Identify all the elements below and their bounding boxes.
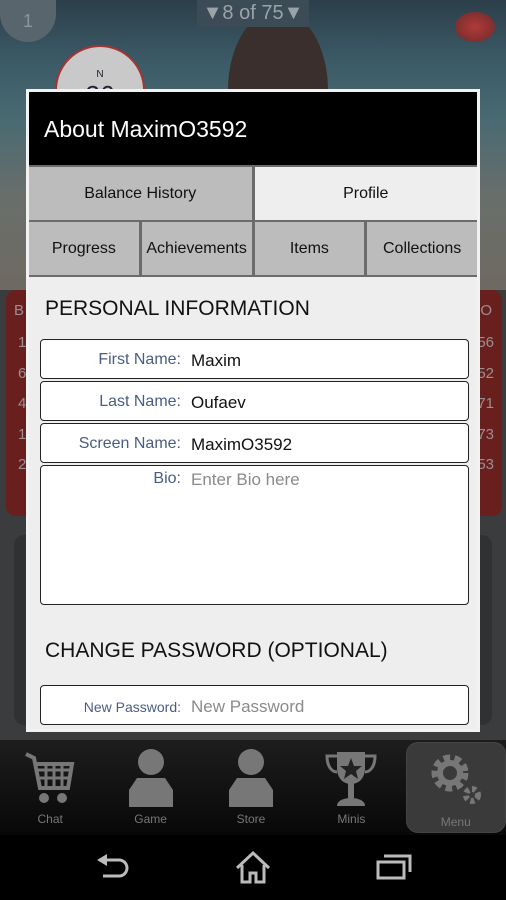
new-password-field[interactable]: New Password: New Password xyxy=(40,685,469,725)
change-password-heading: CHANGE PASSWORD (OPTIONAL) xyxy=(45,639,388,662)
tab-progress[interactable]: Progress xyxy=(29,222,139,275)
nav-game-label: Game xyxy=(134,812,167,826)
bingo-logo xyxy=(455,12,495,42)
person-icon xyxy=(128,749,173,807)
new-password-label: New Password: xyxy=(83,699,181,715)
dialog-title: About MaximO3592 xyxy=(29,92,477,165)
bio-label: Bio: xyxy=(153,470,181,487)
tabs-row-1: Balance History Profile xyxy=(29,165,477,220)
home-icon[interactable] xyxy=(234,850,272,884)
tab-balance-history[interactable]: Balance History xyxy=(29,167,252,220)
bio-placeholder[interactable]: Enter Bio here xyxy=(191,470,300,490)
personal-info-heading: PERSONAL INFORMATION xyxy=(45,297,310,320)
last-name-value[interactable]: Oufaev xyxy=(191,393,246,413)
tab-collections[interactable]: Collections xyxy=(367,222,477,275)
nav-minis[interactable]: Minis xyxy=(301,740,401,835)
nav-chat[interactable]: Chat xyxy=(0,740,100,835)
back-icon[interactable] xyxy=(95,852,131,882)
tab-achievements[interactable]: Achievements xyxy=(141,222,252,275)
trophy-icon xyxy=(325,752,377,806)
bio-field[interactable]: Bio: Enter Bio here xyxy=(40,465,469,605)
nav-chat-label: Chat xyxy=(37,812,63,826)
nav-minis-label: Minis xyxy=(337,812,366,826)
tab-profile[interactable]: Profile xyxy=(254,167,477,220)
about-dialog: About MaximO3592 Balance History Profile… xyxy=(26,89,480,732)
screen-name-field[interactable]: Screen Name: MaximO3592 xyxy=(40,423,469,463)
tab-items[interactable]: Items xyxy=(254,222,365,275)
card-header-right: O xyxy=(480,302,492,319)
ball-letter: N xyxy=(96,69,104,80)
screen-name-value[interactable]: MaximO3592 xyxy=(191,435,292,455)
tabs-row-2: Progress Achievements Items Collections xyxy=(29,220,477,277)
nav-menu-label: Menu xyxy=(440,815,471,829)
card-header-left: B xyxy=(14,302,25,319)
first-name-label: First Name: xyxy=(98,351,181,368)
nav-store-label: Store xyxy=(236,812,266,826)
first-name-value[interactable]: Maxim xyxy=(191,351,241,371)
last-name-field[interactable]: Last Name: Oufaev xyxy=(40,381,469,421)
system-nav-bar xyxy=(0,835,506,900)
gears-icon xyxy=(431,754,481,804)
first-name-field[interactable]: First Name: Maxim xyxy=(40,339,469,379)
nav-store[interactable]: Store xyxy=(201,740,301,835)
cart-icon xyxy=(25,752,75,803)
recent-apps-icon[interactable] xyxy=(376,852,412,880)
calls-indicator: ▼8 of 75▼ xyxy=(197,0,309,27)
bottom-nav: Chat Game Store Minis Menu xyxy=(0,740,506,835)
nav-game[interactable]: Game xyxy=(100,740,200,835)
nav-menu[interactable]: Menu xyxy=(405,742,506,833)
last-name-label: Last Name: xyxy=(99,393,181,410)
person-icon xyxy=(228,749,273,807)
new-password-placeholder[interactable]: New Password xyxy=(191,697,304,717)
screen-name-label: Screen Name: xyxy=(78,435,181,452)
